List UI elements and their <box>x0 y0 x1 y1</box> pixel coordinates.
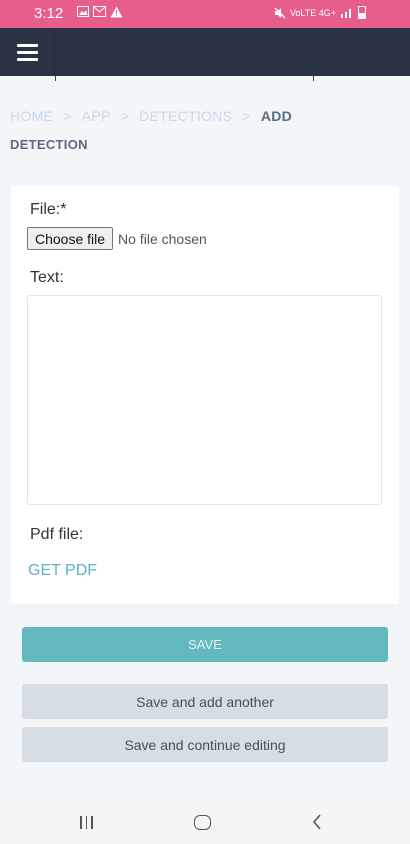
status-right-icons: VoLTE 4G+ <box>274 6 366 19</box>
header-divider <box>313 76 314 81</box>
breadcrumb-current: Add <box>260 108 293 124</box>
status-time: 3:12 <box>34 5 64 22</box>
warning-icon <box>110 6 123 18</box>
system-nav-bar <box>0 800 410 844</box>
pdf-file-label: Pdf file: <box>30 526 84 543</box>
text-input[interactable] <box>27 295 382 505</box>
header-divider <box>55 76 56 81</box>
recents-icon[interactable] <box>80 816 93 829</box>
breadcrumb-current-continued: Detection <box>10 137 88 152</box>
save-and-continue-button[interactable]: Save and continue editing <box>22 727 388 762</box>
battery-icon <box>358 6 366 19</box>
save-button[interactable]: SAVE <box>22 627 388 662</box>
status-bar: 3:12 VoLTE 4G+ <box>0 0 410 28</box>
breadcrumb-detections[interactable]: Detections <box>139 108 232 124</box>
signal-icon <box>341 9 351 18</box>
hamburger-menu-icon[interactable] <box>0 28 55 76</box>
home-icon[interactable] <box>194 815 211 830</box>
file-input: Choose file No file chosen <box>27 227 207 250</box>
back-icon[interactable] <box>312 814 322 830</box>
breadcrumb-separator: > <box>242 108 251 124</box>
choose-file-button[interactable]: Choose file <box>27 227 114 250</box>
save-and-add-another-button[interactable]: Save and add another <box>22 684 388 719</box>
breadcrumb-app[interactable]: App <box>82 108 111 124</box>
breadcrumb-home[interactable]: Home <box>10 108 53 124</box>
mute-icon <box>274 7 286 18</box>
get-pdf-link[interactable]: GET PDF <box>28 562 97 580</box>
breadcrumb: Home > App > Detections > Add <box>10 97 400 135</box>
breadcrumb-separator: > <box>120 108 130 124</box>
app-header <box>0 28 410 76</box>
breadcrumb-separator: > <box>63 108 72 124</box>
status-left-icons <box>77 6 123 18</box>
text-label: Text: <box>30 269 64 286</box>
file-status: No file chosen <box>118 230 207 247</box>
add-detection-form: File:* Choose file No file chosen Text: … <box>11 186 399 604</box>
volte-icon: VoLTE 4G+ <box>289 7 336 18</box>
file-label: File:* <box>30 201 67 218</box>
mail-icon <box>93 6 106 17</box>
gallery-icon <box>77 6 89 17</box>
